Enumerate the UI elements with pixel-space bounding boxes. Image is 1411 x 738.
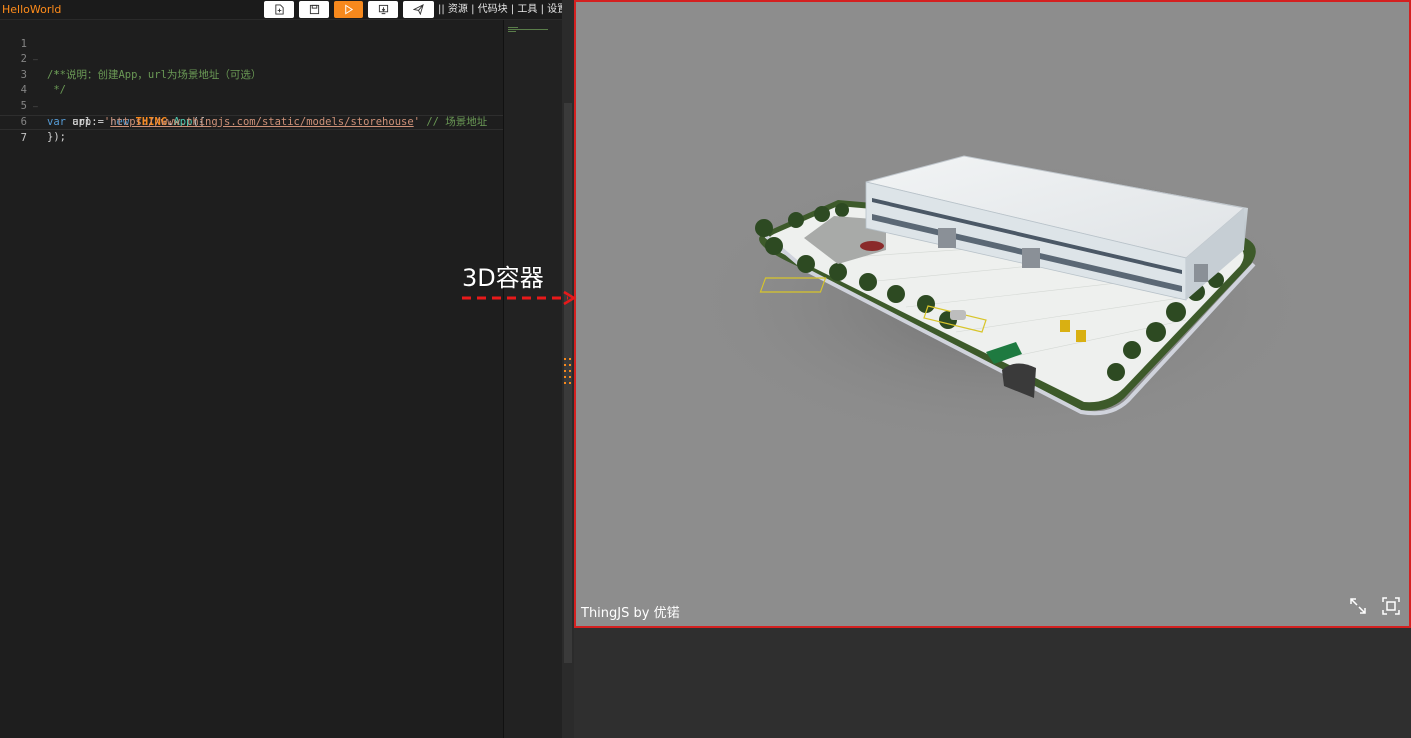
code-line: 2 * 说明：创建App，url为场景地址（可选） [0, 37, 503, 81]
share-button[interactable] [403, 1, 434, 18]
minimap[interactable] [503, 20, 562, 738]
editor-pane: HelloWorld || 资源 | 代码块 | 工具 | 设置 1 — /**… [0, 0, 574, 738]
menu-resources[interactable]: || 资源 [438, 4, 468, 15]
publish-button[interactable] [368, 1, 398, 18]
new-file-icon [274, 4, 284, 15]
code-line: 3 */ [0, 52, 503, 97]
save-button[interactable] [299, 1, 329, 18]
warehouse-scene [681, 152, 1321, 452]
expand-icon [1350, 598, 1366, 614]
send-icon [413, 4, 424, 15]
code-editor[interactable]: 1 — /** 2 * 说明：创建App，url为场景地址（可选） 3 */ 4… [0, 20, 503, 738]
screenshot-icon [1382, 597, 1400, 615]
minimap-line [508, 29, 548, 30]
line-number: 7 [20, 132, 27, 145]
menu-tools[interactable]: | 工具 [511, 4, 538, 15]
new-file-button[interactable] [264, 1, 294, 18]
publish-icon [378, 4, 388, 15]
project-title[interactable]: HelloWorld [2, 2, 61, 18]
splitter-handle-icon[interactable] [564, 358, 572, 386]
screenshot-button[interactable] [1381, 596, 1401, 616]
fullscreen-button[interactable] [1348, 596, 1368, 616]
menu-code-blocks[interactable]: | 代码块 [471, 4, 508, 15]
minimap-line [508, 31, 516, 32]
run-icon [345, 4, 354, 15]
app-root: HelloWorld || 资源 | 代码块 | 工具 | 设置 1 — /**… [0, 0, 1411, 738]
minimap-line [508, 27, 518, 28]
annotation-arrow-icon [462, 290, 577, 306]
code-line: 5 url: 'https://www.thingjs.com/static/m… [0, 83, 503, 128]
console-area [574, 628, 1411, 738]
toolbar: HelloWorld || 资源 | 代码块 | 工具 | 设置 [0, 0, 574, 20]
3d-viewer[interactable]: ThingJS by 优锘 [574, 0, 1411, 628]
code-line-current: 7 [0, 114, 503, 144]
run-button[interactable] [334, 1, 363, 18]
save-icon [309, 4, 319, 15]
code-line: 1 — /** [0, 21, 503, 81]
code-line: 4 — var app = new THING.App({ [0, 68, 503, 127]
brand-label: ThingJS by 优锘 [581, 606, 680, 621]
code-line: 6 }); [0, 99, 503, 144]
toolbar-menu: || 资源 | 代码块 | 工具 | 设置 [438, 2, 567, 18]
